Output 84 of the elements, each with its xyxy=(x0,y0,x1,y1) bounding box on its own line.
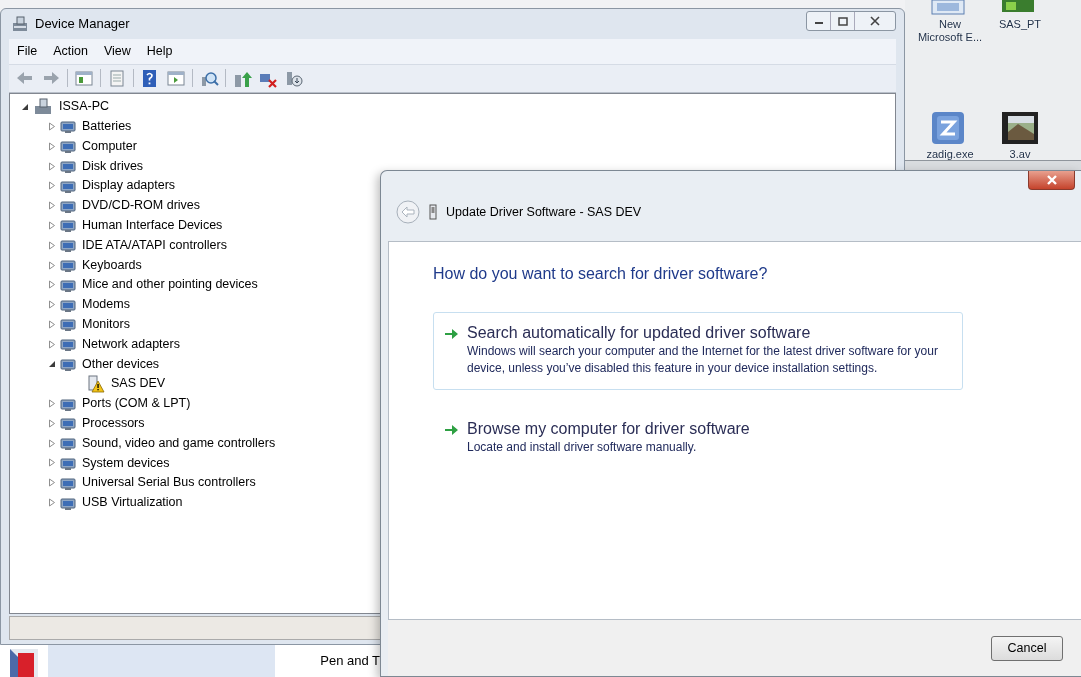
collapsed-arrow-icon[interactable] xyxy=(48,458,56,468)
option-description: Windows will search your computer and the Internet for the latest driver software for your device, unless you’ve disabled this feature in your device installation settings. xyxy=(467,343,939,377)
tree-item[interactable]: SAS DEV xyxy=(111,374,166,394)
close-button[interactable] xyxy=(1028,171,1075,190)
menu-item[interactable]: Action xyxy=(45,42,96,61)
collapsed-arrow-icon[interactable] xyxy=(48,339,56,349)
collapsed-arrow-icon[interactable] xyxy=(48,478,56,488)
collapsed-arrow-icon[interactable] xyxy=(48,181,56,191)
tree-item[interactable]: Processors xyxy=(82,414,145,433)
menu-item[interactable]: Help xyxy=(138,42,181,61)
desktop-icon-label[interactable]: New Microsoft E... xyxy=(917,18,983,44)
arrow-icon xyxy=(444,327,459,341)
device-icon xyxy=(60,237,76,254)
collapsed-arrow-icon[interactable] xyxy=(48,161,56,171)
tree-item[interactable]: Monitors xyxy=(82,315,130,334)
taskbar-label: Pen and T xyxy=(320,652,380,671)
tree-item[interactable]: Other devices xyxy=(82,354,160,374)
device-icon xyxy=(60,336,76,353)
desktop-icon-label[interactable]: SAS_PT xyxy=(998,18,1042,31)
tree-item[interactable]: Sound, video and game controllers xyxy=(82,433,276,453)
device-icon xyxy=(60,455,76,471)
device-icon xyxy=(60,118,76,135)
tree-item[interactable]: ISSA-PC xyxy=(59,97,109,116)
collapsed-arrow-icon[interactable] xyxy=(48,399,56,409)
tree-item[interactable]: Network adapters xyxy=(82,334,180,354)
option-title[interactable]: Search automatically for updated driver software xyxy=(467,323,945,343)
desktop-icon-label[interactable]: zadig.exe xyxy=(926,148,974,161)
menu-item[interactable]: View xyxy=(95,42,139,61)
device-icon xyxy=(60,415,76,432)
cancel-button[interactable]: Cancel xyxy=(991,635,1063,661)
tree-item[interactable]: Mice and other pointing devices xyxy=(82,275,258,295)
maximize-icon[interactable] xyxy=(837,16,848,26)
collapsed-arrow-icon[interactable] xyxy=(48,498,56,508)
device-icon xyxy=(60,217,76,234)
collapsed-arrow-icon[interactable] xyxy=(48,280,56,290)
device-icon xyxy=(60,257,76,273)
option-link[interactable]: Browse my computer for driver software Locate and install driver software manually. xyxy=(433,408,963,469)
desktop-icon-label[interactable]: 3.av xyxy=(1009,148,1031,161)
tree-item[interactable]: Modems xyxy=(82,295,130,314)
arrow-icon xyxy=(444,423,459,437)
properties-icon[interactable] xyxy=(107,68,127,88)
tree-item[interactable]: Universal Serial Bus controllers xyxy=(82,473,256,493)
collapsed-arrow-icon[interactable] xyxy=(48,240,56,250)
collapsed-arrow-icon[interactable] xyxy=(48,319,56,329)
action-pane-icon[interactable] xyxy=(166,68,186,88)
tree-item[interactable]: Keyboards xyxy=(82,255,142,275)
tree-item[interactable]: IDE ATA/ATAPI controllers xyxy=(82,235,227,255)
dialog-heading: How do you want to search for driver software? xyxy=(433,264,769,284)
device-icon xyxy=(60,316,76,333)
tree-item[interactable]: Human Interface Devices xyxy=(82,216,223,235)
computer-icon xyxy=(11,15,29,33)
device-icon xyxy=(428,204,438,220)
close-icon[interactable] xyxy=(870,16,880,26)
computer-icon xyxy=(33,97,53,116)
collapsed-arrow-icon[interactable] xyxy=(48,121,56,131)
option-description: Locate and install driver software manually. xyxy=(467,439,698,456)
tree-item[interactable]: Disk drives xyxy=(82,156,144,176)
collapsed-arrow-icon[interactable] xyxy=(48,201,56,211)
device-icon xyxy=(60,158,76,175)
device-icon xyxy=(60,138,76,155)
collapsed-arrow-icon[interactable] xyxy=(48,418,56,428)
expanded-arrow-icon[interactable] xyxy=(21,102,29,111)
tree-item[interactable]: Batteries xyxy=(82,117,132,136)
menu-item[interactable]: File xyxy=(9,42,46,61)
tree-item[interactable]: USB Virtualization xyxy=(82,493,183,512)
option-title[interactable]: Browse my computer for driver software xyxy=(467,419,750,439)
expanded-arrow-icon[interactable] xyxy=(48,360,56,368)
tree-item[interactable]: Ports (COM & LPT) xyxy=(82,394,191,413)
device-icon xyxy=(60,435,76,452)
tree-item[interactable]: Display adapters xyxy=(82,176,176,196)
collapsed-arrow-icon[interactable] xyxy=(48,438,56,448)
collapsed-arrow-icon[interactable] xyxy=(48,220,56,230)
back-button-icon[interactable] xyxy=(396,200,420,224)
dialog-title: Update Driver Software - SAS DEV xyxy=(446,203,642,221)
collapsed-arrow-icon[interactable] xyxy=(48,141,56,151)
option-link[interactable] xyxy=(433,312,963,390)
collapsed-arrow-icon[interactable] xyxy=(48,300,56,310)
tree-item[interactable]: Computer xyxy=(82,136,137,156)
tree-pane-icon[interactable] xyxy=(74,68,94,88)
window-title: Device Manager xyxy=(35,15,130,34)
collapsed-arrow-icon[interactable] xyxy=(48,260,56,270)
device-icon xyxy=(60,356,76,372)
tree-item[interactable]: System devices xyxy=(82,453,170,473)
tree-item[interactable]: DVD/CD-ROM drives xyxy=(82,196,201,215)
